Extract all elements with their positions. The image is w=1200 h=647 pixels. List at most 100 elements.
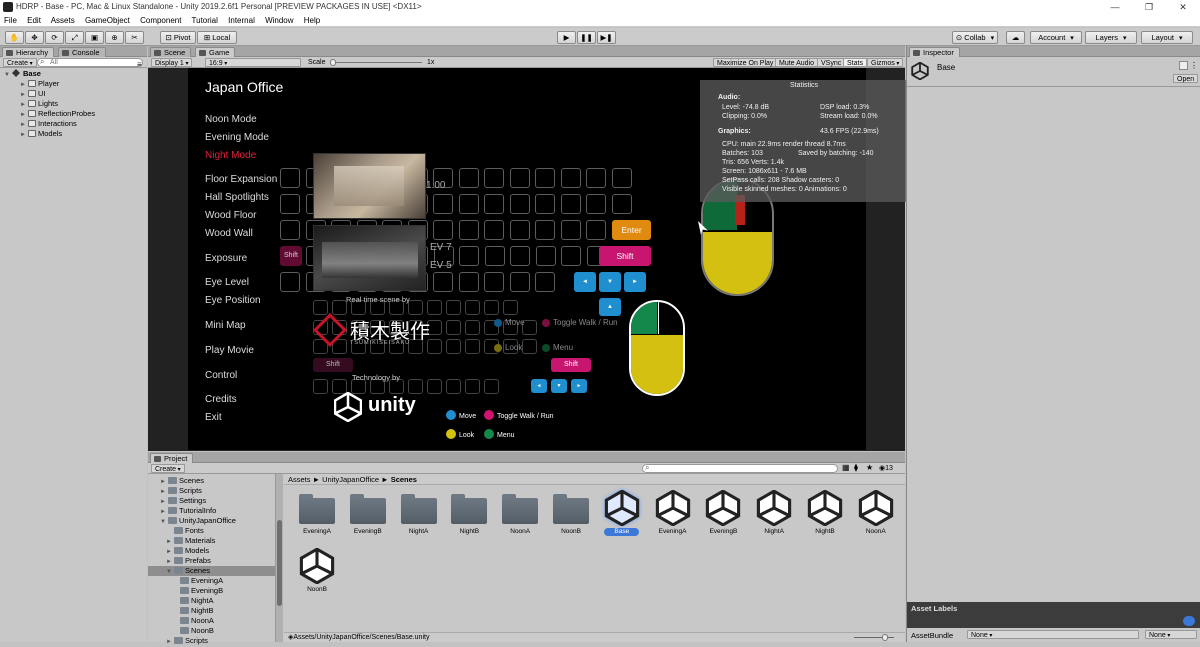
project-tree-item[interactable]: Fonts <box>166 526 204 536</box>
game-menu-credits[interactable]: Credits <box>205 394 237 405</box>
local-toggle[interactable]: ⊞ Local <box>197 31 237 44</box>
project-tree-item[interactable]: ▼ UnityJapanOffice <box>160 516 236 526</box>
project-tree-item[interactable]: NightA <box>172 596 214 606</box>
menu-assets[interactable]: Assets <box>51 16 75 25</box>
asset-folder-eveninga[interactable]: EveningA <box>294 490 340 536</box>
project-tree-scroll-thumb[interactable] <box>277 520 282 606</box>
asset-folder-nightb[interactable]: NightB <box>446 490 492 536</box>
noon-preview-image[interactable] <box>313 153 426 219</box>
tab-console[interactable]: Console <box>58 47 106 57</box>
transform-tool-button[interactable]: ⊕ <box>105 31 124 44</box>
game-menu-eye-level[interactable]: Eye Level <box>205 277 249 288</box>
project-tree-item[interactable]: ► Scripts <box>166 636 208 646</box>
game-viewport[interactable]: Japan Office Noon Mode Evening Mode Night … <box>148 68 906 450</box>
menu-tutorial[interactable]: Tutorial <box>192 16 218 25</box>
breadcrumb-scenes[interactable]: Scenes <box>391 475 417 484</box>
minimize-icon[interactable]: — <box>1098 0 1132 14</box>
game-menu-control[interactable]: Control <box>205 370 237 381</box>
thumbnail-size-slider[interactable] <box>854 634 894 641</box>
project-tree-item[interactable]: EveningA <box>172 576 223 586</box>
game-menu-wood-floor[interactable]: Wood Floor <box>205 210 257 221</box>
project-create-button[interactable]: Create <box>151 464 185 473</box>
layers-dropdown[interactable]: Layers <box>1085 31 1137 44</box>
gizmos-dropdown[interactable]: Gizmos <box>867 58 904 67</box>
menu-component[interactable]: Component <box>140 16 181 25</box>
game-menu-evening-mode[interactable]: Evening Mode <box>205 132 269 143</box>
filter-by-label-icon[interactable]: ⧫ <box>854 463 858 472</box>
menu-edit[interactable]: Edit <box>27 16 41 25</box>
assetbundle-variant-dropdown[interactable]: None <box>1145 630 1197 639</box>
collab-dropdown[interactable]: ⊙ Collab <box>952 31 998 44</box>
game-menu-noon-mode[interactable]: Noon Mode <box>205 114 257 125</box>
asset-scene-noonb[interactable]: NoonB <box>294 547 340 594</box>
mute-audio-toggle[interactable]: Mute Audio <box>775 58 819 67</box>
asset-scene-nighta[interactable]: NightA <box>751 489 797 536</box>
hierarchy-item-models[interactable]: ► Models <box>20 129 62 139</box>
hierarchy-item-player[interactable]: ► Player <box>20 79 59 89</box>
maximize-on-play-toggle[interactable]: Maximize On Play <box>713 58 778 67</box>
hierarchy-item-interactions[interactable]: ► Interactions <box>20 119 77 129</box>
project-search-input[interactable] <box>642 464 838 473</box>
tab-inspector[interactable]: Inspector <box>909 47 960 57</box>
asset-scene-noona[interactable]: NoonA <box>853 489 899 536</box>
move-tool-button[interactable]: ✥ <box>25 31 44 44</box>
cloud-button[interactable]: ☁ <box>1006 31 1025 44</box>
asset-scene-eveningb[interactable]: EveningB <box>700 489 746 536</box>
game-menu-night-mode[interactable]: Night Mode <box>205 150 256 161</box>
rotate-tool-button[interactable]: ⟳ <box>45 31 64 44</box>
game-menu-eye-position[interactable]: Eye Position <box>205 295 261 306</box>
asset-scene-nightb[interactable]: NightB <box>802 489 848 536</box>
hierarchy-item-lights[interactable]: ► Lights <box>20 99 58 109</box>
project-tree-item[interactable]: NightB <box>172 606 214 616</box>
hierarchy-options-icon[interactable]: ≡ <box>137 60 147 69</box>
maximize-icon[interactable]: ❐ <box>1132 0 1166 14</box>
asset-folder-noonb[interactable]: NoonB <box>548 490 594 536</box>
game-menu-exit[interactable]: Exit <box>205 412 222 423</box>
vsync-toggle[interactable]: VSync <box>817 58 846 67</box>
scale-slider[interactable] <box>330 59 422 66</box>
game-menu-play-movie[interactable]: Play Movie <box>205 345 254 356</box>
display-dropdown[interactable]: Display 1 <box>151 58 193 67</box>
inspector-help-icon[interactable] <box>1179 61 1188 70</box>
pivot-toggle[interactable]: ⊡ Pivot <box>160 31 196 44</box>
project-tree-scrollbar[interactable] <box>275 474 283 642</box>
filter-by-type-icon[interactable]: ▦ <box>842 463 850 472</box>
account-dropdown[interactable]: Account <box>1030 31 1082 44</box>
game-menu-floor-expansion[interactable]: Floor Expansion <box>205 174 277 185</box>
hidden-packages-count[interactable]: ◉13 <box>879 464 893 472</box>
label-icon[interactable] <box>1183 616 1195 626</box>
project-tree-item[interactable]: NoonB <box>172 626 214 636</box>
hierarchy-create-button[interactable]: Create <box>3 58 37 67</box>
rect-tool-button[interactable]: ▣ <box>85 31 104 44</box>
play-button[interactable]: ▶ <box>557 31 576 44</box>
expand-arrow-icon[interactable]: ► <box>166 637 174 647</box>
breadcrumb-assets[interactable]: Assets <box>288 475 311 484</box>
inspector-settings-icon[interactable]: ⋮ <box>1190 61 1198 70</box>
favorite-icon[interactable]: ★ <box>866 463 873 472</box>
menu-help[interactable]: Help <box>304 16 320 25</box>
hierarchy-root-base[interactable]: ▼ Base <box>4 69 41 79</box>
game-menu-hall-spotlights[interactable]: Hall Spotlights <box>205 192 269 203</box>
project-tree-item[interactable]: ► Materials <box>166 536 215 546</box>
scale-slider-handle[interactable] <box>330 59 336 66</box>
menu-window[interactable]: Window <box>265 16 293 25</box>
tab-hierarchy[interactable]: Hierarchy <box>2 47 55 57</box>
menu-internal[interactable]: Internal <box>228 16 255 25</box>
project-tree-item[interactable]: ► Models <box>166 546 209 556</box>
custom-tool-button[interactable]: ✂ <box>125 31 144 44</box>
close-icon[interactable]: ✕ <box>1166 0 1200 14</box>
expand-arrow-icon[interactable]: ► <box>20 130 28 140</box>
project-tree-item[interactable]: NoonA <box>172 616 214 626</box>
asset-scene-base[interactable]: Base <box>599 489 645 536</box>
project-tree-item[interactable]: ► Prefabs <box>166 556 211 566</box>
project-tree-item[interactable]: ► Scripts <box>160 486 202 496</box>
tab-project[interactable]: Project <box>150 453 194 463</box>
hierarchy-item-reflectionprobes[interactable]: ► ReflectionProbes <box>20 109 95 119</box>
scale-tool-button[interactable]: ⤢ <box>65 31 84 44</box>
breadcrumb-unityjapanoffice[interactable]: UnityJapanOffice <box>322 475 379 484</box>
asset-folder-nighta[interactable]: NightA <box>396 490 442 536</box>
expand-arrow-icon[interactable]: ▼ <box>4 70 12 80</box>
open-button[interactable]: Open <box>1173 74 1199 83</box>
menu-gameobject[interactable]: GameObject <box>85 16 130 25</box>
project-tree-item[interactable]: ▼ Scenes <box>148 566 275 576</box>
